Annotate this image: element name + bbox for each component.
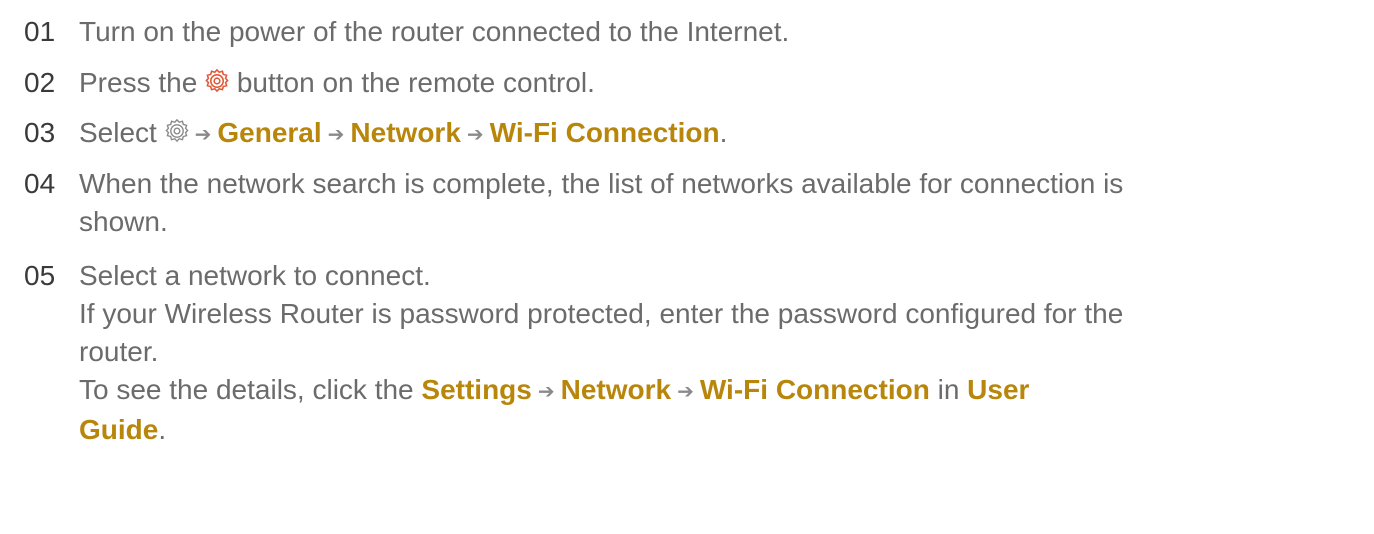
menu-path-item: Network — [350, 117, 461, 148]
step-number: 05 — [24, 260, 56, 291]
step-body: Press the button on the remote control. — [79, 64, 1354, 102]
gear-icon — [165, 119, 189, 143]
step-text-end: . — [719, 117, 728, 148]
step-02: 02 Press the button on the remote contro… — [24, 64, 1354, 102]
step-text-line: shown. — [79, 206, 168, 237]
step-01: 01 Turn on the power of the router conne… — [24, 13, 1354, 51]
step-text-before: To see the details, click the — [79, 374, 414, 405]
step-body: Select a network to connect. If your Wir… — [79, 257, 1354, 449]
instruction-steps: 01 Turn on the power of the router conne… — [0, 0, 1374, 534]
step-text-in: in — [937, 374, 960, 405]
step-text-after: button on the remote control. — [236, 67, 595, 98]
step-text-line: router. — [79, 336, 159, 367]
user-guide-link-part[interactable]: Guide — [79, 414, 158, 445]
step-number: 01 — [24, 16, 56, 47]
step-number: 04 — [24, 168, 56, 199]
user-guide-link-part[interactable]: User — [967, 374, 1029, 405]
menu-path-item: Network — [560, 374, 672, 405]
right-arrow-icon: ➔ — [327, 124, 345, 146]
gear-icon — [205, 69, 229, 93]
step-number: 02 — [24, 67, 56, 98]
step-number: 03 — [24, 117, 56, 148]
step-text-end: . — [158, 414, 167, 445]
step-body: Select ➔ General ➔ Network ➔ Wi-Fi Connection… — [79, 114, 1354, 154]
right-arrow-icon: ➔ — [677, 381, 694, 403]
right-arrow-icon: ➔ — [466, 124, 484, 146]
menu-path-item: Wi-Fi Connection — [699, 374, 930, 405]
menu-path-item: Settings — [421, 374, 532, 405]
step-text: Turn on the power of the router connecte… — [79, 16, 790, 47]
step-04: 04 When the network search is complete, … — [24, 165, 1354, 241]
right-arrow-icon: ➔ — [537, 381, 555, 403]
step-text-line: Select a network to connect. — [79, 260, 431, 291]
step-body: Turn on the power of the router connecte… — [79, 13, 1354, 51]
step-05: 05 Select a network to connect. If your … — [24, 257, 1354, 449]
menu-path-item: General — [217, 117, 322, 148]
step-text-before: Press the — [79, 67, 198, 98]
right-arrow-icon: ➔ — [194, 124, 212, 146]
menu-path-item: Wi-Fi Connection — [489, 117, 720, 148]
step-text-line: When the network search is complete, the… — [79, 168, 1124, 199]
step-text-line: If your Wireless Router is password prot… — [79, 298, 1124, 329]
step-03: 03 Select ➔ General ➔ Network ➔ Wi-Fi Connect… — [24, 114, 1354, 154]
step-text-before: Select — [79, 117, 157, 148]
step-text-line: To see the details, click the Settings ➔ N… — [79, 371, 1354, 411]
step-text-line: Guide. — [79, 411, 1354, 449]
step-body: When the network search is complete, the… — [79, 165, 1354, 241]
